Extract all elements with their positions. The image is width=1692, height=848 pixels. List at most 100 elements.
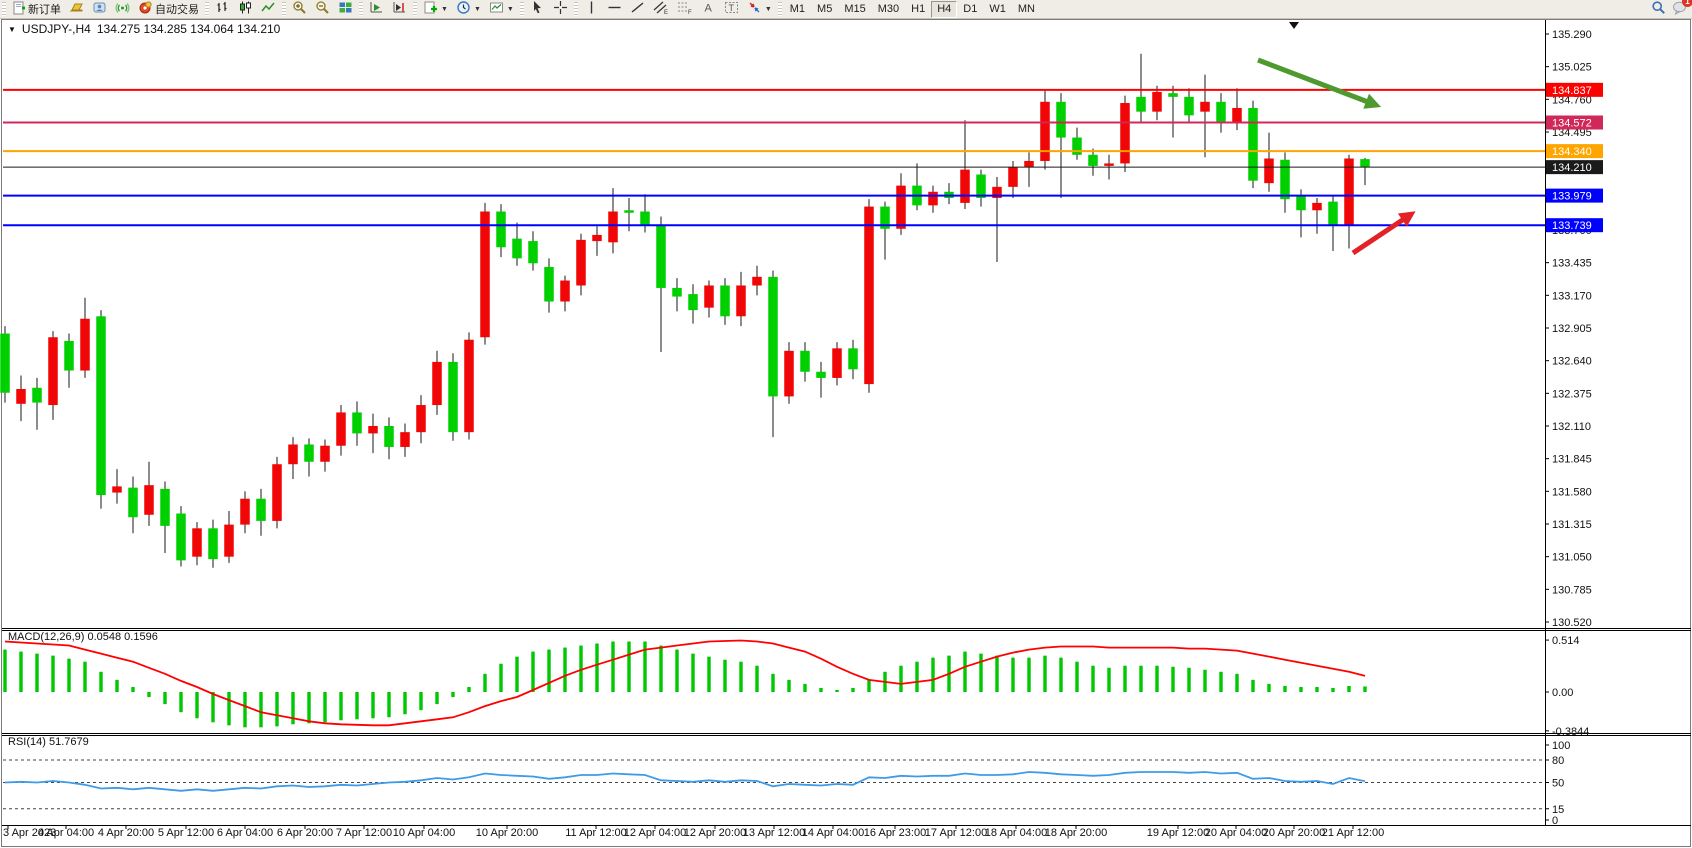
candle: [1104, 163, 1114, 165]
arrows-button[interactable]: ▼: [743, 0, 776, 18]
cursor-button[interactable]: [526, 0, 549, 18]
toolbar-grip[interactable]: [778, 2, 782, 16]
date-tick-label: 11 Apr 12:00: [565, 827, 627, 839]
rsi-tick-label: 100: [1552, 740, 1570, 752]
rsi-indicator-label: RSI(14) 51.7679: [8, 736, 89, 748]
toolbar-grip[interactable]: [282, 2, 286, 16]
zoom-in-button[interactable]: [288, 0, 311, 18]
date-tick-label: 14 Apr 04:00: [802, 827, 864, 839]
period-button[interactable]: ▼: [452, 0, 485, 18]
main-toolbar: 新订单 自动交易 ▼ ▼ ▼ E F A T ▼: [0, 0, 1692, 19]
crosshair-button[interactable]: [549, 0, 572, 18]
svg-text:T: T: [728, 3, 734, 13]
rsi-tick-label: 50: [1552, 778, 1564, 790]
horizontal-line-button[interactable]: [603, 0, 626, 18]
candle: [272, 464, 282, 521]
ohlc-values: 134.275 134.285 134.064 134.210: [97, 22, 281, 36]
candle-chart-button[interactable]: [234, 0, 257, 18]
account-icon: [92, 0, 107, 18]
candle: [672, 288, 682, 297]
text-button[interactable]: A: [697, 0, 720, 18]
timeframe-M30[interactable]: M30: [872, 1, 905, 18]
timeframe-W1[interactable]: W1: [983, 1, 1012, 18]
toolbar-grip[interactable]: [574, 2, 578, 16]
date-tick-label: 20 Apr 04:00: [1205, 827, 1267, 839]
tile-windows-button[interactable]: [334, 0, 357, 18]
cursor-icon: [530, 0, 545, 18]
chart-shift-marker[interactable]: [1289, 22, 1299, 29]
candle: [960, 170, 970, 203]
candle: [128, 488, 138, 518]
timeframe-MN[interactable]: MN: [1012, 1, 1041, 18]
autotrade-button[interactable]: 自动交易: [134, 0, 203, 18]
date-tick-label: 21 Apr 12:00: [1322, 827, 1384, 839]
new-order-button[interactable]: 新订单: [8, 0, 65, 18]
timeframe-M5[interactable]: M5: [811, 1, 838, 18]
autotrade-label: 自动交易: [155, 1, 199, 17]
timeframe-H1[interactable]: H1: [905, 1, 931, 18]
bar-chart-button[interactable]: [211, 0, 234, 18]
line-chart-button[interactable]: [257, 0, 280, 18]
text-label-button[interactable]: T: [720, 0, 743, 18]
candle: [656, 225, 666, 288]
candle: [448, 362, 458, 432]
timeframe-H4[interactable]: H4: [931, 1, 957, 18]
add-indicator-button[interactable]: ▼: [419, 0, 452, 18]
date-axis[interactable]: 3 Apr 20234 Apr 04:004 Apr 20:005 Apr 12…: [3, 826, 1384, 839]
chart-canvas[interactable]: 135.290135.025134.760134.495134.230133.9…: [0, 0, 1692, 848]
price-level-label: 133.739: [1552, 220, 1592, 232]
toolbar-grip[interactable]: [359, 2, 363, 16]
chart-shift-button[interactable]: [388, 0, 411, 18]
line-chart-icon: [261, 0, 276, 18]
toolbar-grip[interactable]: [413, 2, 417, 16]
notifications-button[interactable]: 1: [1672, 0, 1688, 18]
timeframe-M1[interactable]: M1: [784, 1, 811, 18]
auto-scroll-button[interactable]: [365, 0, 388, 18]
zoom-out-icon: [315, 0, 330, 18]
date-tick-label: 12 Apr 04:00: [624, 827, 686, 839]
price-tick-label: 132.110: [1552, 421, 1591, 433]
macd-indicator-label: MACD(12,26,9) 0.0548 0.1596: [8, 631, 158, 643]
candlestick-series[interactable]: [0, 54, 1370, 568]
vertical-line-button[interactable]: [580, 0, 603, 18]
candle: [1296, 195, 1306, 210]
price-tick-label: 133.170: [1552, 290, 1592, 302]
candle: [1280, 160, 1290, 199]
price-tick-label: 133.435: [1552, 258, 1592, 270]
timeframe-D1[interactable]: D1: [957, 1, 983, 18]
candle: [224, 525, 234, 557]
account-button[interactable]: [88, 0, 111, 18]
candle: [144, 485, 154, 515]
rsi-axis: 1008050150: [1545, 740, 1570, 827]
candle: [208, 528, 218, 559]
channel-button[interactable]: E: [649, 0, 673, 18]
toolbar-grip[interactable]: [205, 2, 209, 16]
trendline-button[interactable]: [626, 0, 649, 18]
candle: [544, 267, 554, 302]
candle: [592, 235, 602, 241]
bounce-up-arrow[interactable]: [1353, 219, 1404, 253]
candle: [736, 285, 746, 316]
price-tick-label: 131.315: [1552, 519, 1592, 531]
svg-text:E: E: [664, 10, 668, 15]
candle: [528, 241, 538, 263]
template-button[interactable]: ▼: [485, 0, 518, 18]
fibonacci-button[interactable]: F: [673, 0, 697, 18]
candle: [688, 294, 698, 310]
date-tick-label: 13 Apr 12:00: [743, 827, 805, 839]
candle: [576, 240, 586, 286]
gold-bar-button[interactable]: [65, 0, 88, 18]
timeframe-M15[interactable]: M15: [838, 1, 871, 18]
zoom-out-button[interactable]: [311, 0, 334, 18]
collapse-triangle-icon[interactable]: ▼: [8, 25, 16, 34]
down-trend-arrow[interactable]: [1258, 60, 1368, 102]
timeframe-toolbar: M1M5M15M30H1H4D1W1MN: [784, 1, 1041, 18]
dropdown-caret-icon: ▼: [765, 6, 772, 13]
signal-button[interactable]: [111, 0, 134, 18]
search-icon[interactable]: [1651, 0, 1666, 18]
date-tick-label: 7 Apr 12:00: [336, 827, 392, 839]
date-tick-label: 18 Apr 04:00: [985, 827, 1047, 839]
toolbar-grip[interactable]: [520, 2, 524, 16]
toolbar-grip[interactable]: [2, 2, 6, 16]
add-indicator-icon: [423, 0, 438, 18]
